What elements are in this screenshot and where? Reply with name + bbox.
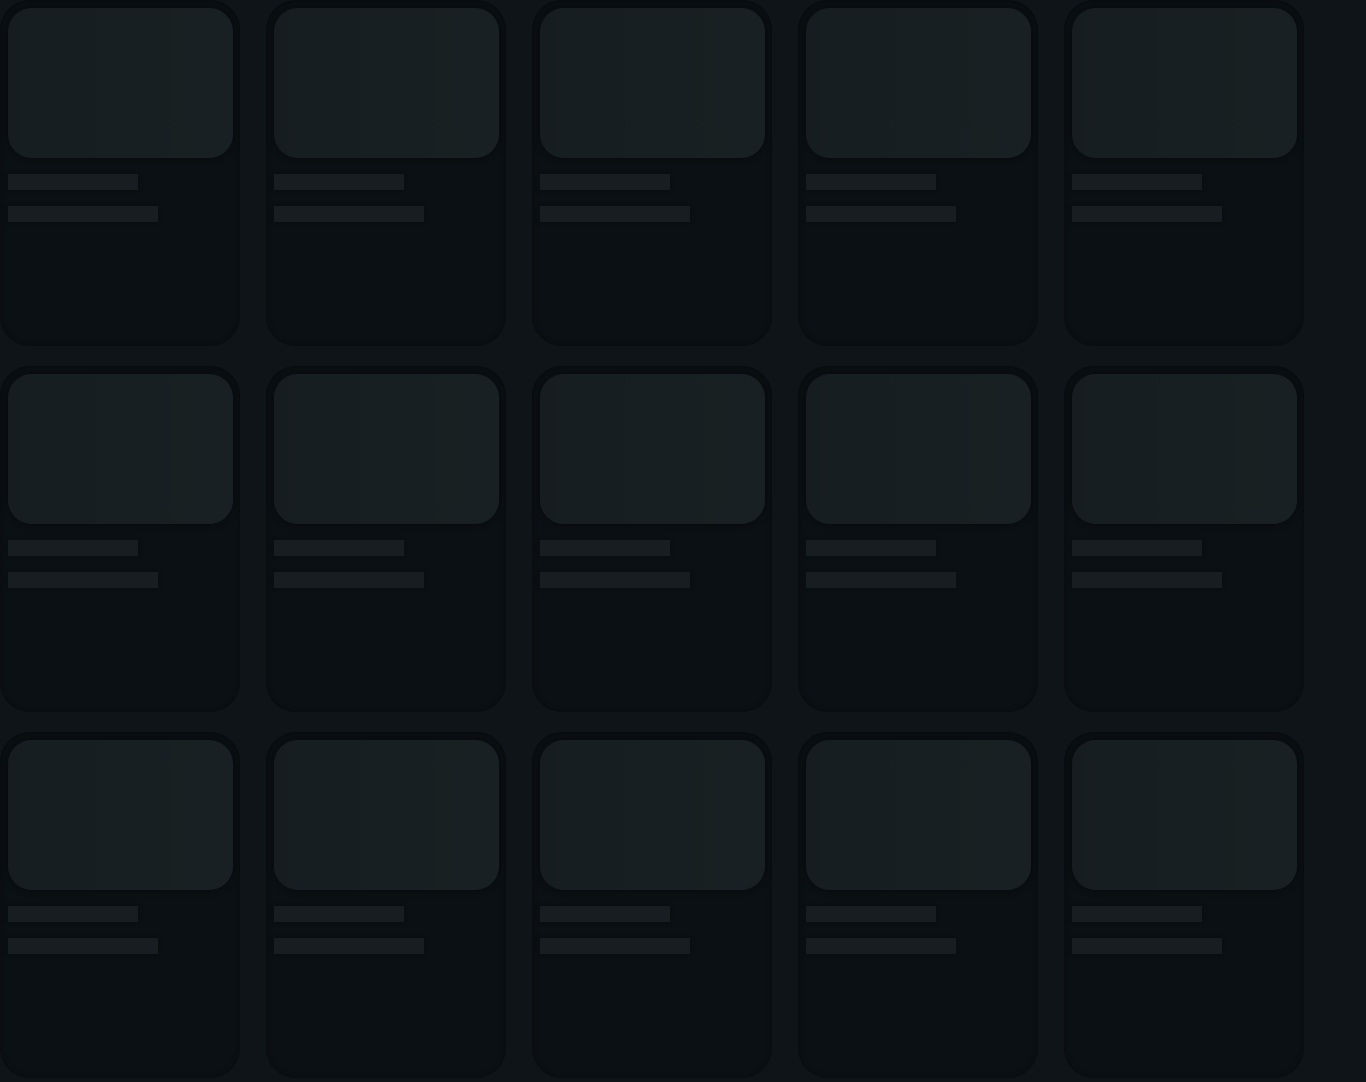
skeleton-card: [1064, 0, 1304, 346]
skeleton-subtitle-line: [1072, 938, 1222, 954]
skeleton-thumbnail: [540, 740, 765, 890]
skeleton-card: [532, 0, 772, 346]
skeleton-card-grid: [0, 0, 1366, 1082]
skeleton-title-line: [8, 540, 138, 556]
skeleton-thumbnail: [274, 740, 499, 890]
skeleton-card: [0, 0, 240, 346]
skeleton-subtitle-line: [8, 572, 158, 588]
skeleton-subtitle-line: [806, 206, 956, 222]
skeleton-card: [798, 366, 1038, 712]
skeleton-subtitle-line: [540, 938, 690, 954]
skeleton-thumbnail: [8, 374, 233, 524]
skeleton-subtitle-line: [806, 938, 956, 954]
skeleton-card: [532, 732, 772, 1078]
skeleton-card: [1064, 732, 1304, 1078]
skeleton-title-line: [806, 174, 936, 190]
skeleton-card: [266, 366, 506, 712]
skeleton-card: [0, 732, 240, 1078]
skeleton-thumbnail: [1072, 740, 1297, 890]
skeleton-subtitle-line: [806, 572, 956, 588]
skeleton-card: [0, 366, 240, 712]
skeleton-subtitle-line: [540, 206, 690, 222]
skeleton-thumbnail: [8, 8, 233, 158]
skeleton-title-line: [1072, 906, 1202, 922]
skeleton-subtitle-line: [274, 572, 424, 588]
skeleton-title-line: [274, 174, 404, 190]
skeleton-thumbnail: [8, 740, 233, 890]
skeleton-subtitle-line: [274, 938, 424, 954]
skeleton-title-line: [1072, 174, 1202, 190]
skeleton-subtitle-line: [540, 572, 690, 588]
skeleton-subtitle-line: [8, 938, 158, 954]
skeleton-thumbnail: [540, 8, 765, 158]
skeleton-subtitle-line: [8, 206, 158, 222]
skeleton-title-line: [1072, 540, 1202, 556]
skeleton-card: [266, 732, 506, 1078]
skeleton-card: [532, 366, 772, 712]
skeleton-title-line: [540, 540, 670, 556]
skeleton-card: [798, 0, 1038, 346]
skeleton-title-line: [8, 906, 138, 922]
skeleton-title-line: [540, 906, 670, 922]
skeleton-subtitle-line: [1072, 572, 1222, 588]
skeleton-thumbnail: [806, 374, 1031, 524]
skeleton-thumbnail: [540, 374, 765, 524]
skeleton-title-line: [540, 174, 670, 190]
skeleton-subtitle-line: [1072, 206, 1222, 222]
skeleton-thumbnail: [1072, 8, 1297, 158]
skeleton-thumbnail: [806, 740, 1031, 890]
skeleton-title-line: [8, 174, 138, 190]
skeleton-title-line: [806, 540, 936, 556]
skeleton-thumbnail: [274, 8, 499, 158]
skeleton-subtitle-line: [274, 206, 424, 222]
skeleton-title-line: [806, 906, 936, 922]
skeleton-title-line: [274, 540, 404, 556]
skeleton-card: [798, 732, 1038, 1078]
skeleton-card: [1064, 366, 1304, 712]
skeleton-thumbnail: [274, 374, 499, 524]
skeleton-thumbnail: [806, 8, 1031, 158]
skeleton-title-line: [274, 906, 404, 922]
skeleton-thumbnail: [1072, 374, 1297, 524]
skeleton-card: [266, 0, 506, 346]
